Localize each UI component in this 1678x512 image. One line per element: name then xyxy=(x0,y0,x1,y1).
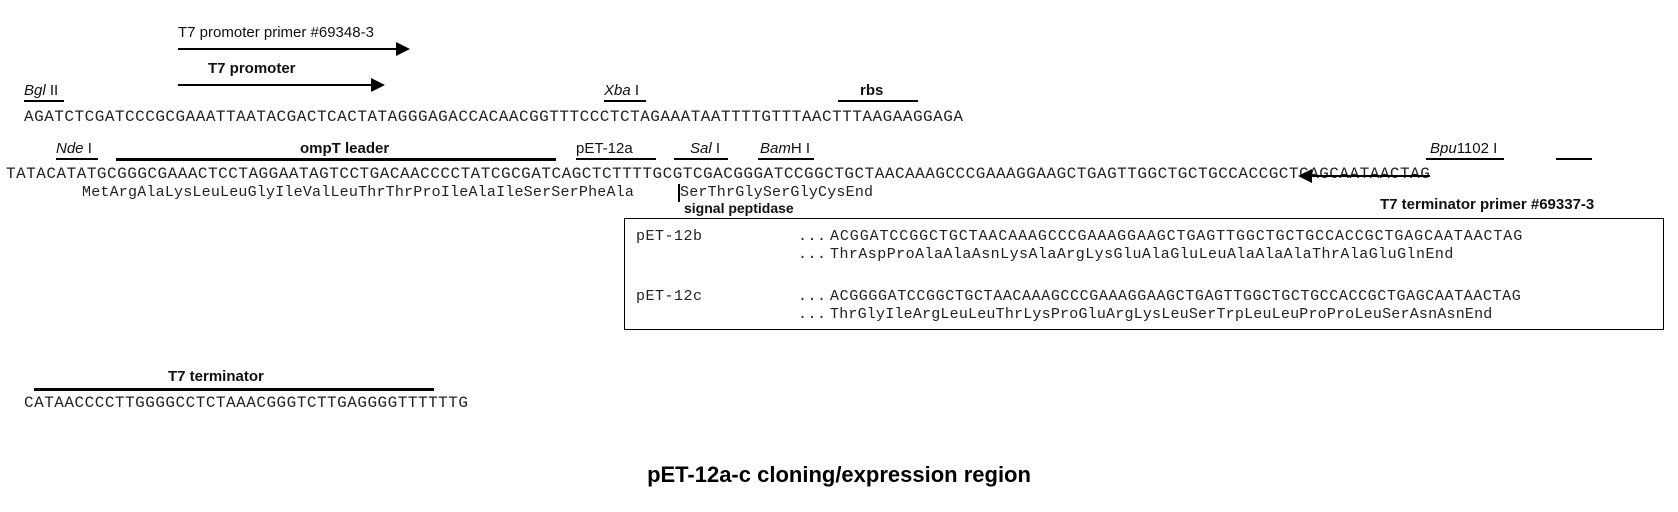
pet12b-dots-bot: ... xyxy=(798,246,827,263)
figure-caption: pET-12a-c cloning/expression region xyxy=(0,462,1678,488)
bgl2-suffix: II xyxy=(46,82,59,99)
sal1-label: Sal I xyxy=(690,140,720,158)
bpu1102-label: Bpu1102 I xyxy=(1430,140,1497,158)
pet12b-dots-top: ... xyxy=(798,228,827,245)
rbs-label: rbs xyxy=(860,82,883,99)
bamh1-name: Bam xyxy=(760,140,791,157)
sequence-line2: TATACATATGCGGGCGAAACTCCTAGGAATAGTCCTGACA… xyxy=(6,165,1430,183)
xba1-underline xyxy=(604,100,646,102)
pet12a-label: pET-12a xyxy=(576,140,633,157)
nde1-label: Nde I xyxy=(56,140,92,158)
signal-peptidase-tick xyxy=(678,184,680,202)
bpu1102-suffix: 1102 I xyxy=(1457,140,1498,157)
ompt-leader-label: ompT leader xyxy=(300,140,389,157)
sal1-suffix: I xyxy=(712,140,720,157)
bgl2-name: Bgl xyxy=(24,82,46,99)
bgl2-underline xyxy=(24,100,64,102)
nde1-name: Nde xyxy=(56,140,84,157)
t7-promoter-arrow xyxy=(178,84,383,86)
signal-peptidase-label: signal peptidase xyxy=(684,200,794,216)
xba1-label: Xba I xyxy=(604,82,639,100)
protein-line2-post: SerThrGlySerGlyCysEnd xyxy=(680,184,873,201)
nde1-underline xyxy=(56,158,98,160)
pet12c-dots-top: ... xyxy=(798,288,827,305)
ompt-leader-bar xyxy=(116,158,556,161)
t7-terminator-label: T7 terminator xyxy=(168,368,264,385)
bpu1102-underline xyxy=(1426,158,1504,160)
t7-promoter-label: T7 promoter xyxy=(208,60,296,77)
pet12b-protein: ThrAspProAlaAlaAsnLysAlaArgLysGluAlaGluL… xyxy=(830,246,1454,263)
xba1-name: Xba xyxy=(604,82,631,99)
t7-terminator-primer-arrow xyxy=(1300,175,1430,177)
bgl2-label: Bgl II xyxy=(24,82,58,100)
pet12c-dots-bot: ... xyxy=(798,306,827,323)
t7-terminator-bar xyxy=(34,388,434,391)
pet12c-label: pET-12c xyxy=(636,288,703,305)
sal1-underline xyxy=(674,158,728,160)
right-overline xyxy=(1556,158,1592,160)
t7-primer-label: T7 promoter primer #69348-3 xyxy=(178,24,374,41)
rbs-underline xyxy=(838,100,918,102)
nde1-suffix: I xyxy=(84,140,92,157)
pet12c-dna: ACGGGGATCCGGCTGCTAACAAAGCCCGAAAGGAAGCTGA… xyxy=(830,288,1521,305)
xba1-suffix: I xyxy=(631,82,639,99)
pet12c-protein: ThrGlyIleArgLeuLeuThrLysProGluArgLysLeuS… xyxy=(830,306,1493,323)
pet12b-dna: ACGGATCCGGCTGCTAACAAAGCCCGAAAGGAAGCTGAGT… xyxy=(830,228,1523,245)
sal1-name: Sal xyxy=(690,140,712,157)
pet12a-underline xyxy=(576,158,656,160)
bpu1102-name: Bpu xyxy=(1430,140,1457,157)
sequence-line1: AGATCTCGATCCCGCGAAATTAATACGACTCACTATAGGG… xyxy=(24,108,963,126)
bamh1-underline xyxy=(758,158,814,160)
bamh1-suffix: I xyxy=(802,140,810,157)
pet12b-label: pET-12b xyxy=(636,228,703,245)
t7-primer-arrow xyxy=(178,48,408,50)
bamh1-label: BamH I xyxy=(760,140,810,158)
bamh1-mid: H xyxy=(791,140,802,157)
t7-terminator-primer-label: T7 terminator primer #69337-3 xyxy=(1380,196,1594,213)
sequence-line3: CATAACCCCTTGGGGCCTCTAAACGGGTCTTGAGGGGTTT… xyxy=(24,394,468,412)
protein-line2-pre: MetArgAlaLysLeuLeuGlyIleValLeuThrThrProI… xyxy=(82,184,634,201)
